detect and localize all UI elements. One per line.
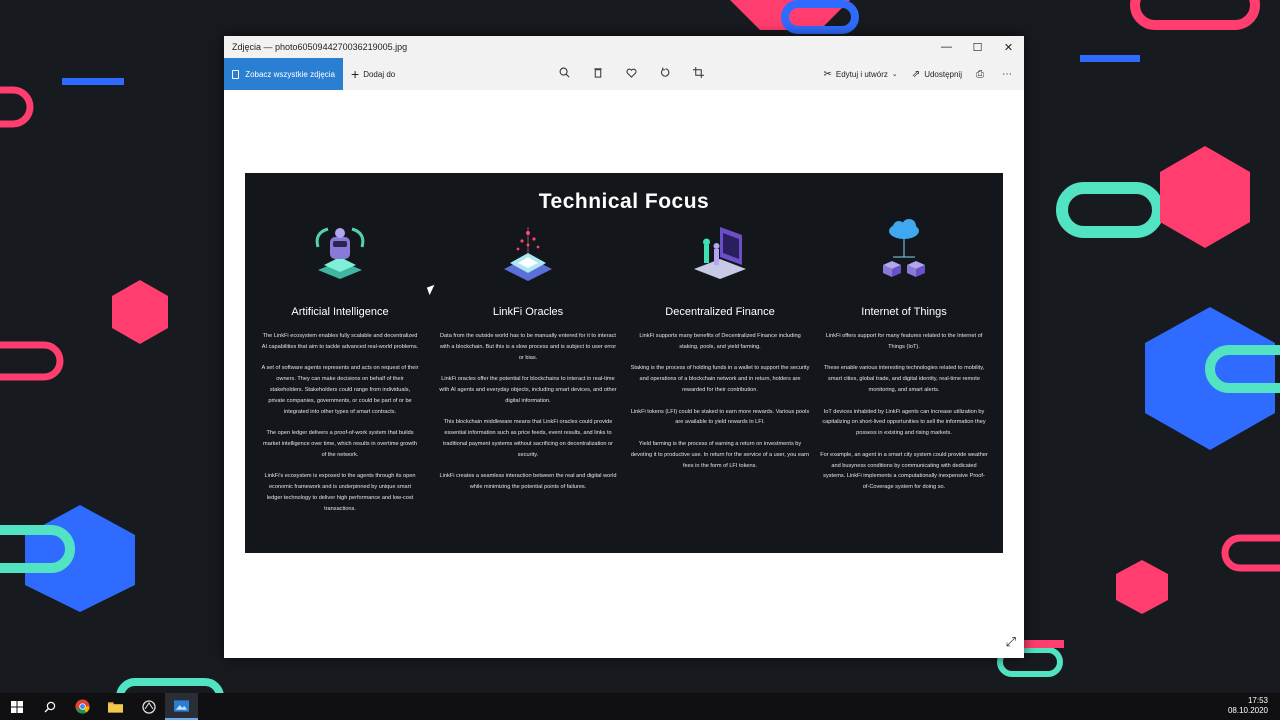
crop-icon[interactable] [682,67,716,81]
system-clock[interactable]: 17:53 08.10.2020 [1228,696,1268,716]
column-paragraph: A set of software agents represents and … [261,365,419,415]
taskbar: 17:53 08.10.2020 [0,693,1280,720]
column-paragraph: These enable various interesting technol… [823,365,985,393]
photos-icon[interactable] [165,693,198,720]
plus-icon: + [351,66,360,82]
print-button[interactable]: ⎙ [976,69,988,80]
column-heading: Decentralized Finance [665,306,775,318]
search-icon[interactable] [33,693,66,720]
share-button[interactable]: ⇗ Udostępnij [912,69,962,80]
toolbar: Zobacz wszystkie zdjęcia + Dodaj do ✂ Ed… [224,58,1024,90]
column-paragraph: LinkFi supports many benefits of Decentr… [639,333,801,350]
title-bar: Zdjęcia — photo6050944270036219005.jpg —… [224,36,1024,58]
rotate-icon[interactable] [649,67,683,81]
column-paragraph: The LinkFi ecosystem enables fully scala… [261,333,419,350]
column-paragraph: LinkFi tokens (LFI) could be staked to e… [630,408,810,426]
slide-title: Technical Focus [538,190,710,213]
delete-icon[interactable] [582,67,616,81]
column-oracles: LinkFi Oracles Data from the outside wor… [438,213,618,504]
see-all-photos-button[interactable]: Zobacz wszystkie zdjęcia [224,58,343,90]
more-button[interactable]: ⋯ [1002,69,1016,80]
photos-icon [232,69,240,79]
column-heading: Artificial Intelligence [291,306,389,318]
column-paragraph: This blockchain middleware means that Li… [442,419,614,458]
column-paragraph: LinkFi's ecosystem is exposed to the age… [264,473,416,512]
column-paragraph: LinkFi offers support for many features … [825,333,983,350]
edit-create-label: Edytuj i utwórz [835,69,888,79]
start-icon[interactable] [0,693,33,720]
add-to-button[interactable]: + Dodaj do [351,67,395,81]
edit-icon: ✂ [823,68,832,80]
print-icon: ⎙ [976,68,984,80]
add-to-label: Dodaj do [363,69,396,79]
column-iot: Internet of Things LinkFi offers support… [820,213,988,504]
column-heading: LinkFi Oracles [492,306,564,318]
robot-icon [255,213,425,281]
column-paragraph: Staking is the process of holding funds … [630,365,810,393]
column-paragraph: For example, an agent in a smart city sy… [820,451,988,491]
oracle-chip-icon [438,213,618,281]
displayed-photo: Technical Focus Artificial Intelligence … [245,173,1003,553]
photos-window: Zdjęcia — photo6050944270036219005.jpg —… [224,36,1024,658]
more-icon: ⋯ [1002,68,1012,80]
app-icon[interactable] [132,693,165,720]
column-ai: Artificial Intelligence The LinkFi ecosy… [255,213,425,525]
column-paragraph: LinkFi oracles offer the potential for b… [439,376,617,404]
clock-time: 17:53 [1247,696,1268,705]
column-paragraph: IoT devices inhabited by LinkFi agents c… [822,408,986,437]
share-label: Udostępnij [924,69,962,79]
finance-dashboard-icon [630,213,810,281]
column-paragraph: The open ledger delivers a proof-of-work… [263,430,417,458]
chevron-down-icon: ⌄ [891,71,898,78]
close-button[interactable]: ✕ [993,36,1024,58]
maximize-button[interactable]: ☐ [962,36,993,58]
column-defi: Decentralized Finance LinkFi supports ma… [630,213,810,482]
column-paragraph: LinkFi creates a seamless interaction be… [439,473,617,491]
see-all-photos-label: Zobacz wszystkie zdjęcia [245,69,335,79]
clock-date: 08.10.2020 [1227,706,1268,715]
share-icon: ⇗ [911,68,921,80]
chrome-icon[interactable] [66,693,99,720]
column-paragraph: Yield farming is the process of earning … [630,440,810,469]
minimize-button[interactable]: — [931,36,962,58]
cloud-network-icon [820,213,988,281]
file-explorer-icon[interactable] [99,693,132,720]
column-paragraph: Data from the outside world has to be ma… [439,333,617,361]
column-heading: Internet of Things [861,306,947,318]
fullscreen-expand-icon[interactable]: ⤢ [1006,634,1016,650]
window-title: Zdjęcia — photo6050944270036219005.jpg [232,42,408,52]
edit-create-button[interactable]: ✂ Edytuj i utwórz ⌄ [824,69,898,80]
zoom-icon[interactable] [548,67,582,81]
favorite-icon[interactable] [615,68,649,81]
